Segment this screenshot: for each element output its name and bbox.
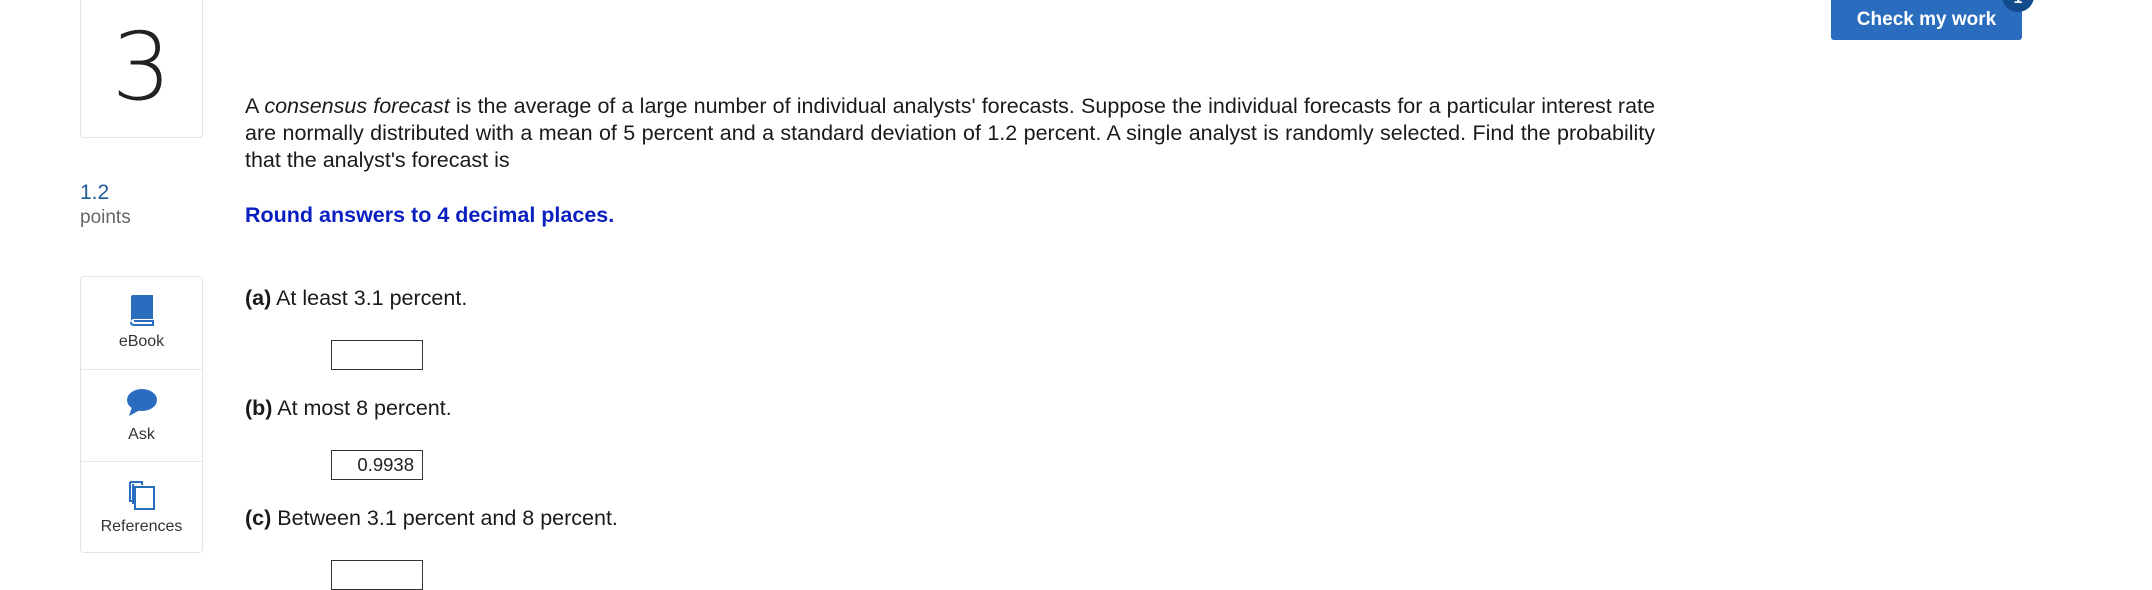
ebook-label: eBook [118,333,165,350]
question-number-box: 3 [80,0,203,138]
points-value: 1.2 [80,181,110,204]
stem-prefix: A [245,94,265,118]
round-instruction: Round answers to 4 decimal places. [245,203,615,227]
part-b-answer-input[interactable] [331,450,423,480]
part-c-question: (c) Between 3.1 percent and 8 percent. [245,506,618,531]
part-b-question: (b) At most 8 percent. [245,396,452,421]
ebook-button[interactable]: eBook [81,277,202,369]
points-label: points [80,207,131,228]
part-c-label: (c) [245,506,272,530]
stem-term: consensus forecast [264,94,450,118]
ask-button[interactable]: Ask [81,369,202,461]
ask-label: Ask [128,426,155,443]
check-my-work-button[interactable]: Check my work [1831,0,2022,40]
chat-bubble-icon [125,386,159,420]
stem-text: is the average of a large number of indi… [245,94,1655,172]
part-a-text: At least 3.1 percent. [271,286,468,310]
tools-panel: eBook Ask References [80,276,203,553]
book-icon [125,293,159,327]
part-c-text: Between 3.1 percent and 8 percent. [271,506,618,530]
part-b-text: At most 8 percent. [272,396,452,420]
question-number: 3 [111,13,172,122]
references-button[interactable]: References [81,461,202,553]
copy-pages-icon [125,478,159,512]
part-a-question: (a) At least 3.1 percent. [245,286,467,311]
references-label: References [100,518,183,535]
question-stem: A consensus forecast is the average of a… [245,93,1655,174]
part-c-answer-input[interactable] [331,560,423,590]
part-b-label: (b) [245,396,273,420]
part-a-label: (a) [245,286,272,310]
part-a-answer-input[interactable] [331,340,423,370]
